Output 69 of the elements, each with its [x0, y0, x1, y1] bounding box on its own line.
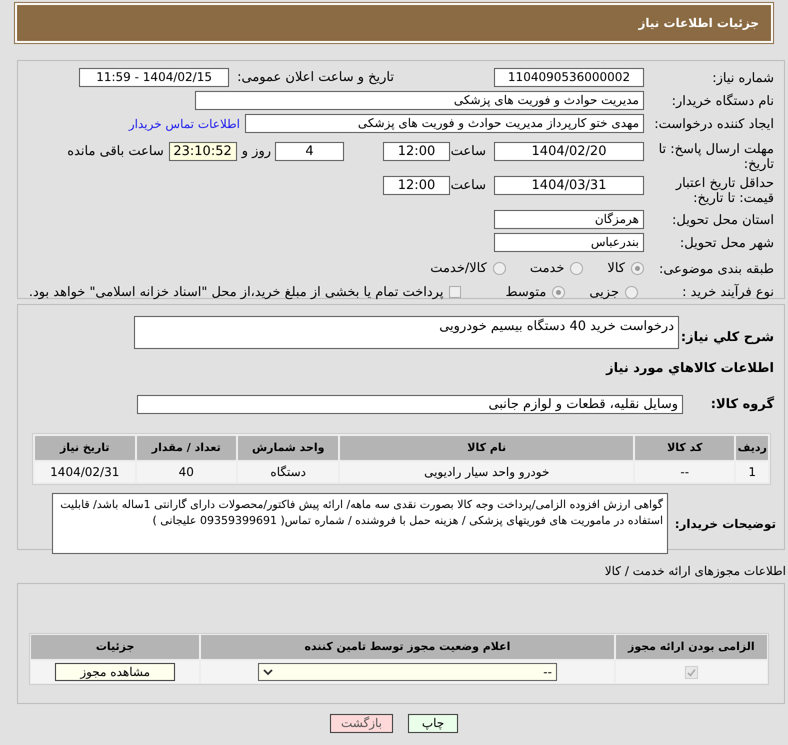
- table-cell: 1: [736, 462, 768, 482]
- section-heading: اطلاعات كالاهاي مورد نياز: [606, 361, 774, 376]
- field-label: پرداخت تمام یا بخشی از مبلغ خرید،از محل "اسناد خزانه اسلامی" خواهد بود.: [28, 284, 444, 302]
- input-field[interactable]: 12:00: [383, 176, 450, 195]
- page-title: جزئیات اطلاعات نیاز: [638, 15, 759, 32]
- field-label: گروه كالا:: [710, 396, 774, 412]
- field-label: نوع فرآیند خرید :: [682, 285, 774, 300]
- field-label: شهر محل تحویل:: [680, 236, 774, 250]
- contact-link[interactable]: اطلاعات تماس خریدار: [128, 114, 240, 132]
- column-header: تعداد / مقدار: [136, 436, 236, 460]
- field-label: ساعت باقی مانده: [67, 143, 164, 161]
- field-label: کالا: [607, 260, 625, 278]
- back-button[interactable]: بازگشت: [330, 714, 393, 733]
- field-label: طبقه بندی موضوعی:: [658, 262, 774, 277]
- field-label: ایجاد کننده درخواست:: [654, 116, 774, 132]
- dropdown[interactable]: --: [258, 663, 557, 681]
- table-cell: دستگاه: [238, 462, 338, 482]
- table-cell: 1404/02/31: [35, 462, 134, 482]
- field-label: حداقل تاریخ اعتبار قیمت: تا تاریخ:: [674, 176, 774, 206]
- input-field[interactable]: بندرعباس: [494, 233, 644, 252]
- input-field[interactable]: هرمزگان: [494, 210, 644, 229]
- checkbox[interactable]: [684, 666, 698, 678]
- input-field[interactable]: 1404/02/15 - 11:59: [79, 68, 230, 87]
- text-area[interactable]: گواهی ارزش افزوده الزامی/پرداخت وجه کالا بصورت نقدی سه ماهه/ ارائه پیش فاکتور/محصولات دارای گارانتی 1ساله باشد/ قابلیت استفاده در ماموریت های فوریتهای پزشکی / هزینه حمل با فروشنده / شماره تماس( 09359399691 علیجانی ): [52, 493, 668, 554]
- section-heading: اطلاعات مجوزهای ارائه خدمت / کالا: [604, 564, 786, 578]
- table-cell: --: [635, 462, 734, 482]
- column-header: کد کالا: [635, 436, 734, 460]
- input-field[interactable]: 1104090536000002: [494, 68, 644, 87]
- radio-button[interactable]: [570, 262, 584, 276]
- input-field[interactable]: وسایل نقلیه، قطعات و لوازم جانبی: [137, 394, 683, 414]
- radio-button[interactable]: [631, 262, 644, 276]
- field-label: متوسط: [505, 284, 546, 302]
- view-permit-button[interactable]: مشاهده مجوز: [55, 663, 176, 681]
- column-header: الزامی بودن ارائه مجوز: [616, 635, 767, 659]
- field-label: ساعت: [452, 143, 486, 161]
- table-cell: خودرو واحد سیار رادیویی: [340, 462, 633, 482]
- countdown-field[interactable]: 23:10:52: [168, 142, 237, 161]
- field-label: روز و: [242, 143, 271, 161]
- chevron-down-icon: [262, 668, 273, 676]
- field-label: مهلت ارسال پاسخ: تا تاریخ:: [658, 142, 774, 172]
- field-label: کالا/خدمت: [430, 260, 487, 278]
- field-label: ساعت: [452, 177, 486, 195]
- input-field[interactable]: 4: [275, 142, 344, 161]
- column-header: اعلام وضعیت مجوز توسط تامین کننده: [201, 635, 614, 659]
- input-field[interactable]: 12:00: [383, 142, 450, 161]
- radio-button[interactable]: [552, 286, 566, 299]
- checkbox[interactable]: [449, 286, 462, 298]
- field-label: نام دستگاه خریدار:: [672, 94, 774, 108]
- input-field[interactable]: مهدی ختو کارپرداز مدیریت حوادث و فوریت های پزشکی: [245, 114, 644, 133]
- print-button[interactable]: چاپ: [408, 714, 458, 733]
- column-header: نام کالا: [340, 436, 633, 460]
- input-field[interactable]: 1404/03/31: [494, 176, 644, 195]
- input-field[interactable]: 1404/02/20: [494, 142, 644, 161]
- input-field[interactable]: مدیریت حوادث و فوریت های پزشکی: [195, 91, 644, 110]
- radio-button[interactable]: [625, 286, 638, 299]
- field-label: تاریخ و ساعت اعلان عمومی:: [237, 68, 394, 87]
- table-cell: 40: [136, 462, 236, 482]
- field-label: جزیی: [589, 284, 619, 302]
- column-header: ردیف: [736, 436, 768, 460]
- field-label: شماره نیاز:: [712, 70, 774, 86]
- field-label: خدمت: [530, 260, 564, 278]
- field-label: توضیحات خریدار:: [674, 516, 776, 530]
- field-label: استان محل تحویل:: [672, 212, 774, 228]
- column-header: تاریخ نیاز: [35, 436, 134, 460]
- field-label: شرح کلي نياز:: [680, 330, 774, 345]
- column-header: واحد شمارش: [238, 436, 338, 460]
- radio-button[interactable]: [492, 262, 506, 276]
- text-area[interactable]: درخواست خرید 40 دستگاه بیسیم خودرویی: [134, 316, 679, 349]
- column-header: جزئیات: [31, 635, 200, 659]
